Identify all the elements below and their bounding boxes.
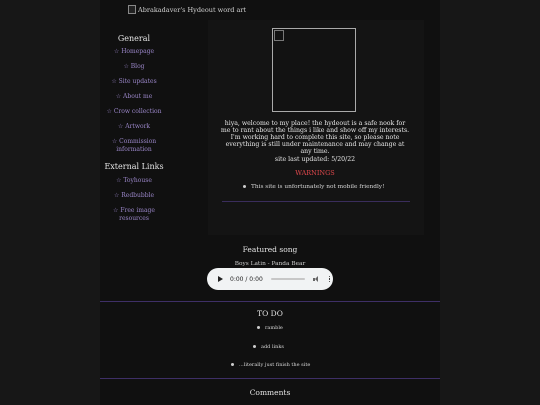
todo-item-text: add links — [261, 344, 284, 350]
todo-item-text: ...literally just finish the site — [239, 362, 311, 368]
sidebar-link-artwork[interactable]: ☆ Artwork — [100, 123, 168, 131]
list-item: ramble — [257, 325, 283, 331]
bullet-icon — [257, 326, 260, 329]
intro-text: hiya, welcome to my place! the hydeout i… — [220, 120, 410, 155]
sidebar-link-blog[interactable]: ☆ Blog — [100, 63, 168, 71]
warning-text: This site is unfortunately not mobile fr… — [251, 184, 385, 190]
sidebar-link-homepage[interactable]: ☆ Homepage — [100, 48, 168, 56]
header-art-alt-text: Abrakadaver's Hydeout word art — [138, 5, 247, 14]
sidebar-link-commission-information[interactable]: ☆ Commission information — [100, 138, 168, 154]
bullet-icon — [253, 345, 256, 348]
sidebar-link-free-image-resources[interactable]: ☆ Free image resources — [100, 207, 168, 223]
sidebar-link-crow-collection[interactable]: ☆ Crow collection — [100, 108, 168, 116]
profile-image-frame — [272, 28, 356, 112]
sidebar-external-title: External Links — [104, 162, 164, 171]
sidebar-link-site-updates[interactable]: ☆ Site updates — [100, 78, 168, 86]
featured-song-name: Boys Latin - Panda Bear — [234, 261, 306, 267]
list-item: add links — [253, 344, 284, 350]
sidebar-external-section: External Links ☆ Toyhouse ☆ Redbubble ☆ … — [100, 162, 168, 223]
audio-progress-slider[interactable] — [270, 278, 305, 280]
sidebar-general-section: General ☆ Homepage ☆ Blog ☆ Site updates… — [100, 34, 168, 154]
list-item: This site is unfortunately not mobile fr… — [243, 184, 384, 190]
todo-item-text: ramble — [265, 325, 283, 331]
last-updated-text: site last updated: 5/20/22 — [274, 156, 356, 163]
more-options-icon[interactable] — [328, 275, 331, 283]
section-divider — [100, 301, 440, 302]
broken-image-icon — [128, 5, 136, 14]
warnings-list: This site is unfortunately not mobile fr… — [243, 184, 384, 190]
list-item: ...literally just finish the site — [231, 362, 310, 368]
comments-heading: Comments — [249, 388, 291, 397]
featured-song-heading: Featured song — [242, 245, 298, 254]
section-divider — [100, 378, 440, 379]
sidebar-link-toyhouse[interactable]: ☆ Toyhouse — [100, 177, 168, 185]
bullet-icon — [231, 363, 234, 366]
play-icon[interactable] — [218, 276, 223, 282]
volume-icon[interactable] — [312, 275, 320, 283]
header-word-art: Abrakadaver's Hydeout word art — [128, 5, 246, 14]
broken-image-icon — [274, 30, 284, 41]
audio-player: 0:00 / 0:00 — [207, 268, 333, 290]
todo-heading: TO DO — [257, 309, 283, 318]
audio-time: 0:00 / 0:00 — [230, 275, 263, 283]
warnings-heading: WARNINGS — [295, 169, 335, 177]
sidebar-link-redbubble[interactable]: ☆ Redbubble — [100, 192, 168, 200]
bullet-icon — [243, 185, 246, 188]
sidebar-general-title: General — [117, 34, 151, 43]
content-divider — [222, 201, 410, 202]
sidebar-link-about-me[interactable]: ☆ About me — [100, 93, 168, 101]
